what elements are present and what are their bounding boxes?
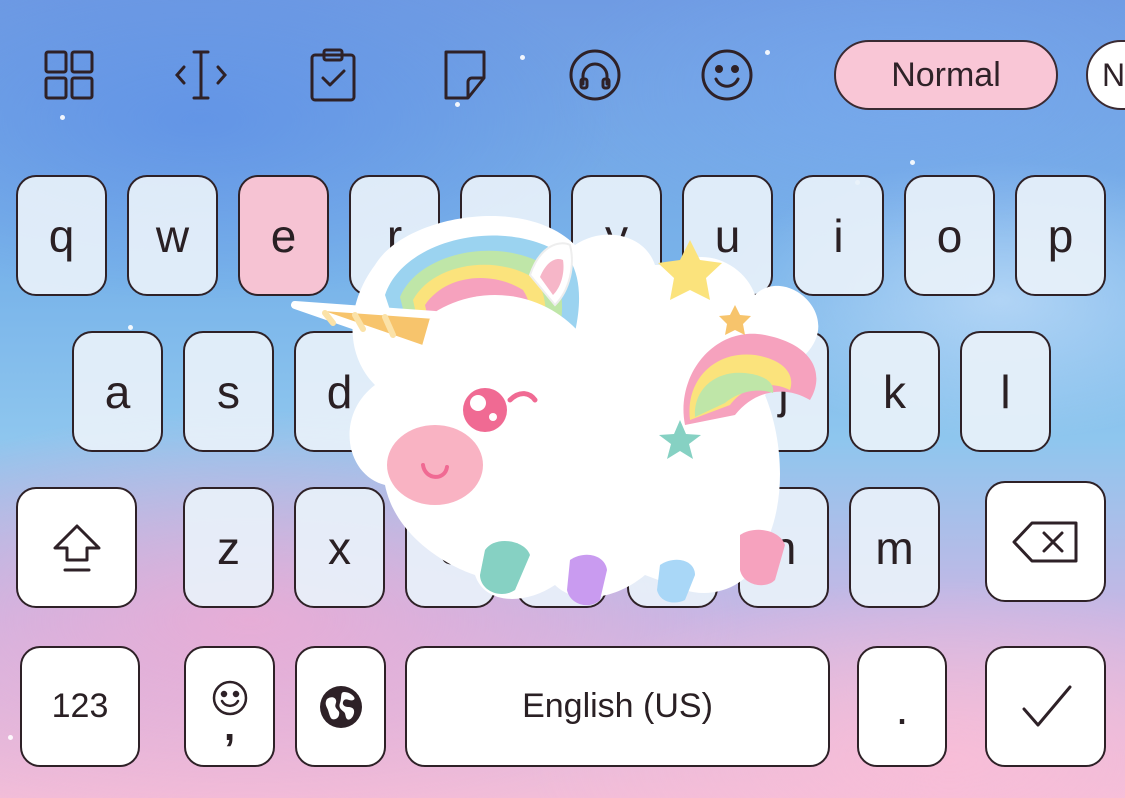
grid-icon[interactable]: [38, 44, 100, 106]
key-w[interactable]: w: [127, 175, 218, 296]
keyboard-mode-pill[interactable]: Normal: [834, 40, 1058, 110]
sparkle: [765, 50, 770, 55]
sticker-icon[interactable]: [434, 44, 496, 106]
emoji-icon[interactable]: [696, 44, 758, 106]
key-p[interactable]: p: [1015, 175, 1106, 296]
sparkle: [8, 735, 13, 740]
shift-key[interactable]: [16, 487, 137, 608]
backspace-icon: [1012, 521, 1077, 562]
key-z[interactable]: z: [183, 487, 274, 608]
backspace-key[interactable]: [985, 481, 1106, 602]
shift-icon: [53, 524, 100, 571]
key-o[interactable]: o: [904, 175, 995, 296]
space-key[interactable]: English (US): [405, 646, 830, 767]
key-a[interactable]: a: [72, 331, 163, 452]
key-m[interactable]: m: [849, 487, 940, 608]
period-key[interactable]: .: [857, 646, 947, 767]
globe-icon: [319, 685, 362, 728]
sparkle: [128, 325, 133, 330]
clipboard-icon[interactable]: [302, 44, 364, 106]
numbers-key[interactable]: 123: [20, 646, 140, 767]
headphones-theme-icon[interactable]: [564, 44, 626, 106]
comma-label: ,: [223, 704, 236, 749]
unicorn-sticker: [291, 216, 819, 606]
language-key[interactable]: [295, 646, 386, 767]
checkmark-icon: [1022, 685, 1071, 726]
sparkle: [910, 160, 915, 165]
key-q[interactable]: q: [16, 175, 107, 296]
text-cursor-icon[interactable]: [170, 44, 232, 106]
sparkle: [60, 115, 65, 120]
enter-key[interactable]: [985, 646, 1106, 767]
key-s[interactable]: s: [183, 331, 274, 452]
keyboard-mode-pill-secondary[interactable]: N: [1086, 40, 1125, 110]
emoji-comma-key[interactable]: ,: [184, 646, 275, 767]
key-k[interactable]: k: [849, 331, 940, 452]
key-l[interactable]: l: [960, 331, 1051, 452]
sparkle: [520, 55, 525, 60]
